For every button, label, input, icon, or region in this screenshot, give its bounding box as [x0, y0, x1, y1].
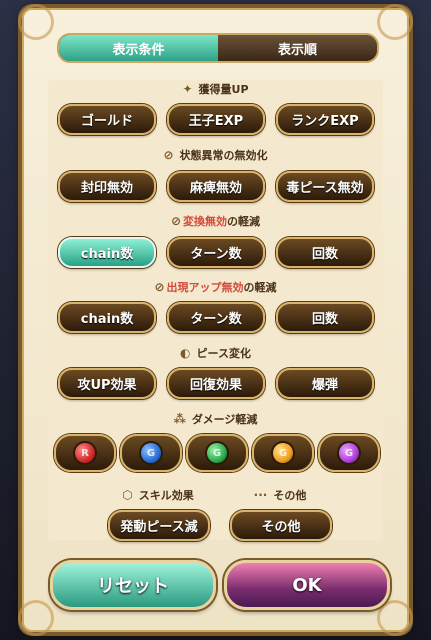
- section-title: 状態異常の無効化: [179, 149, 268, 162]
- attack-up-button[interactable]: 攻UP効果: [58, 368, 156, 399]
- section-title: ダメージ軽減: [191, 413, 258, 426]
- section-gain-header: ✦ 獲得量UP: [48, 82, 383, 96]
- tab-bar: 表示条件 表示順: [57, 33, 379, 63]
- corner-ornament: [18, 600, 54, 636]
- paralysis-immune-button[interactable]: 麻痺無効: [167, 171, 265, 202]
- transform-count-button[interactable]: 回数: [276, 237, 374, 268]
- reset-button[interactable]: リセット: [50, 560, 216, 610]
- activation-piece-reduce-button[interactable]: 発動ピース減: [108, 510, 210, 541]
- tab-display-conditions[interactable]: 表示条件: [59, 35, 218, 61]
- section-title: スキル効果: [138, 489, 194, 502]
- green-orb-button[interactable]: G: [186, 434, 248, 472]
- section-damage-header: ⁂ ダメージ軽減: [48, 412, 383, 426]
- bomb-button[interactable]: 爆弾: [276, 368, 374, 399]
- section-title-suffix: の軽減: [243, 281, 277, 294]
- appear-turns-button[interactable]: ターン数: [167, 302, 265, 333]
- corner-ornament: [18, 4, 54, 40]
- red-orb-icon: R: [75, 443, 95, 463]
- red-orb-button[interactable]: R: [54, 434, 116, 472]
- palette-icon: ◐: [180, 346, 191, 360]
- section-title-highlight: 出現アップ無効: [166, 281, 244, 294]
- other-button[interactable]: その他: [230, 510, 332, 541]
- rank-exp-button[interactable]: ランクEXP: [276, 104, 374, 135]
- section-title-suffix: の軽減: [227, 215, 261, 228]
- transform-chain-button[interactable]: chain数: [58, 237, 156, 268]
- tab-display-order[interactable]: 表示順: [218, 35, 377, 61]
- seal-immune-button[interactable]: 封印無効: [58, 171, 156, 202]
- poison-piece-immune-button[interactable]: 毒ピース無効: [276, 171, 374, 202]
- recovery-button[interactable]: 回復効果: [167, 368, 265, 399]
- sparkle-icon: ✦: [182, 82, 193, 96]
- no-effect-icon: ⊘: [163, 148, 174, 162]
- prohibit-icon: ⊘: [170, 214, 182, 228]
- transform-turns-button[interactable]: ターン数: [167, 237, 265, 268]
- appear-chain-button[interactable]: chain数: [58, 302, 156, 333]
- corner-ornament: [377, 600, 413, 636]
- corner-ornament: [377, 4, 413, 40]
- prohibit-icon: ⊘: [154, 280, 165, 294]
- purple-orb-icon: G: [339, 443, 359, 463]
- section-title-highlight: 変換無効: [183, 215, 228, 228]
- more-icon: ···: [253, 488, 268, 502]
- prince-exp-button[interactable]: 王子EXP: [167, 104, 265, 135]
- yellow-orb-icon: G: [273, 443, 293, 463]
- green-orb-icon: G: [207, 443, 227, 463]
- blue-orb-icon: G: [141, 443, 161, 463]
- drops-icon: ⁂: [173, 412, 186, 426]
- section-title: その他: [273, 489, 307, 502]
- appear-count-button[interactable]: 回数: [276, 302, 374, 333]
- section-other-header: ··· その他: [230, 488, 330, 502]
- ok-button[interactable]: OK: [224, 560, 390, 610]
- blue-orb-button[interactable]: G: [120, 434, 182, 472]
- purple-orb-button[interactable]: G: [318, 434, 380, 472]
- gold-button[interactable]: ゴールド: [58, 104, 156, 135]
- section-piece-header: ◐ ピース変化: [48, 346, 383, 360]
- section-appear-header: ⊘ 出現アップ無効の軽減: [48, 280, 383, 294]
- section-status-header: ⊘ 状態異常の無効化: [48, 148, 383, 162]
- hexagon-icon: ⬡: [122, 488, 133, 502]
- yellow-orb-button[interactable]: G: [252, 434, 314, 472]
- section-transform-header: ⊘ 変換無効の軽減: [48, 214, 383, 228]
- section-title: 獲得量UP: [198, 83, 249, 96]
- section-title: ピース変化: [196, 347, 251, 360]
- section-skill-header: ⬡ スキル効果: [108, 488, 208, 502]
